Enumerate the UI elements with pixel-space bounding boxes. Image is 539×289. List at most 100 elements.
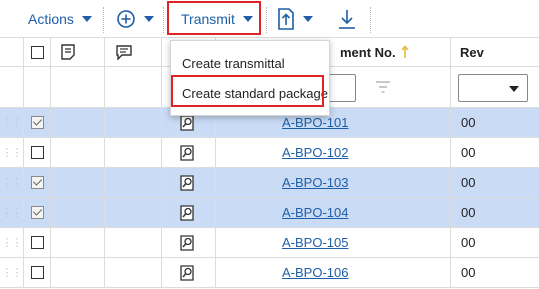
toolbar-divider <box>370 7 371 33</box>
preview-cell <box>162 168 216 197</box>
drag-handle-icon[interactable]: ⋮⋮ <box>2 206 23 219</box>
document-number-link[interactable]: A-BPO-105 <box>282 235 348 250</box>
document-preview-icon[interactable] <box>180 144 194 161</box>
upload-menu-button[interactable] <box>277 0 313 37</box>
row-checkbox[interactable] <box>30 176 44 189</box>
row-select-cell <box>24 198 51 227</box>
rev-cell: 00 <box>451 108 539 137</box>
table-row[interactable]: ⋮⋮ A-BPO-102 00 <box>0 138 539 168</box>
transmit-highlight-box <box>167 1 261 35</box>
drag-handle-icon[interactable]: ⋮⋮ <box>2 146 23 159</box>
notes-cell <box>51 168 105 197</box>
table-row[interactable]: ⋮⋮ A-BPO-104 00 <box>0 198 539 228</box>
drag-handle-cell: ⋮⋮ <box>0 258 24 287</box>
add-menu-button[interactable] <box>116 0 154 37</box>
filter-cell <box>24 67 51 107</box>
document-number-cell: A-BPO-106 <box>216 258 451 287</box>
rev-value: 00 <box>461 205 476 220</box>
row-select-cell <box>24 258 51 287</box>
document-number-link[interactable]: A-BPO-102 <box>282 145 348 160</box>
notes-cell <box>51 198 105 227</box>
rev-value: 00 <box>461 145 476 160</box>
table-row[interactable]: ⋮⋮ A-BPO-103 00 <box>0 168 539 198</box>
rev-filter-select[interactable] <box>458 74 528 102</box>
document-preview-icon[interactable] <box>180 264 194 281</box>
drag-handle-cell: ⋮⋮ <box>0 108 24 137</box>
comments-column-header <box>105 38 162 66</box>
filter-cell <box>0 67 24 107</box>
row-checkbox[interactable] <box>30 236 44 249</box>
chevron-down-icon <box>81 15 92 22</box>
filter-icon[interactable] <box>375 81 391 93</box>
row-checkbox[interactable] <box>30 206 44 219</box>
add-circle-icon <box>117 9 135 28</box>
comments-cell <box>105 228 162 257</box>
rev-cell: 00 <box>451 168 539 197</box>
row-select-cell <box>24 108 51 137</box>
comments-cell <box>105 258 162 287</box>
notes-cell <box>51 138 105 167</box>
document-preview-icon[interactable] <box>180 114 194 131</box>
grip-column-header <box>0 38 24 66</box>
document-note-icon <box>61 44 75 60</box>
rev-value: 00 <box>461 265 476 280</box>
rev-column-header[interactable]: Rev <box>451 38 539 66</box>
rev-cell: 00 <box>451 258 539 287</box>
document-number-cell: A-BPO-103 <box>216 168 451 197</box>
comments-cell <box>105 168 162 197</box>
notes-cell <box>51 228 105 257</box>
comments-cell <box>105 108 162 137</box>
document-number-link[interactable]: A-BPO-106 <box>282 265 348 280</box>
chevron-down-icon <box>509 86 519 92</box>
actions-menu-button[interactable]: Actions <box>28 0 92 37</box>
row-select-cell <box>24 168 51 197</box>
row-checkbox[interactable] <box>30 146 44 159</box>
menu-item-highlight-box <box>171 75 324 107</box>
sort-ascending-icon[interactable] <box>400 45 410 59</box>
document-number-cell: A-BPO-104 <box>216 198 451 227</box>
rev-cell: 00 <box>451 228 539 257</box>
drag-handle-icon[interactable]: ⋮⋮ <box>2 266 23 279</box>
rev-value: 00 <box>461 235 476 250</box>
drag-handle-icon[interactable]: ⋮⋮ <box>2 176 23 189</box>
select-all-cell <box>24 38 51 66</box>
preview-cell <box>162 258 216 287</box>
comments-cell <box>105 198 162 227</box>
rev-cell: 00 <box>451 198 539 227</box>
drag-handle-icon[interactable]: ⋮⋮ <box>2 116 23 129</box>
drag-handle-cell: ⋮⋮ <box>0 168 24 197</box>
document-preview-icon[interactable] <box>180 204 194 221</box>
select-all-checkbox[interactable] <box>30 45 44 59</box>
table-row[interactable]: ⋮⋮ A-BPO-105 00 <box>0 228 539 258</box>
drag-handle-cell: ⋮⋮ <box>0 138 24 167</box>
actions-label: Actions <box>28 10 74 27</box>
filter-cell <box>51 67 105 107</box>
rev-header-label: Rev <box>460 44 484 60</box>
download-button[interactable] <box>337 0 357 37</box>
drag-handle-cell: ⋮⋮ <box>0 228 24 257</box>
row-select-cell <box>24 138 51 167</box>
filter-cell <box>105 67 162 107</box>
preview-cell <box>162 228 216 257</box>
document-preview-icon[interactable] <box>180 234 194 251</box>
document-number-link[interactable]: A-BPO-103 <box>282 175 348 190</box>
toolbar-divider <box>103 7 104 33</box>
create-transmittal-menu-item[interactable]: Create transmittal <box>171 48 329 78</box>
table-row[interactable]: ⋮⋮ A-BPO-106 00 <box>0 258 539 288</box>
document-preview-icon[interactable] <box>180 174 194 191</box>
drag-handle-icon[interactable]: ⋮⋮ <box>2 236 23 249</box>
document-number-cell: A-BPO-105 <box>216 228 451 257</box>
document-number-link[interactable]: A-BPO-104 <box>282 205 348 220</box>
document-number-link[interactable]: A-BPO-101 <box>282 115 348 130</box>
notes-column-header <box>51 38 105 66</box>
toolbar-divider <box>163 7 164 33</box>
row-checkbox[interactable] <box>30 116 44 129</box>
notes-cell <box>51 258 105 287</box>
row-checkbox[interactable] <box>30 266 44 279</box>
document-number-cell: A-BPO-102 <box>216 138 451 167</box>
comments-cell <box>105 138 162 167</box>
preview-cell <box>162 138 216 167</box>
drag-handle-cell: ⋮⋮ <box>0 198 24 227</box>
rev-filter-cell <box>451 67 539 107</box>
rev-value: 00 <box>461 115 476 130</box>
